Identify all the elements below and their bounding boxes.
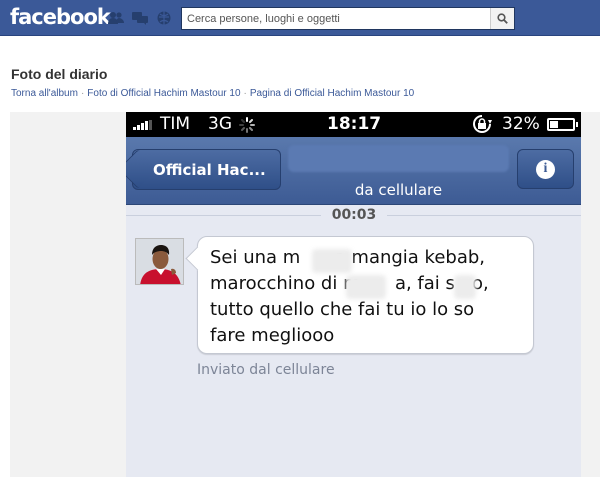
blurred-contact-name [288, 145, 509, 172]
message-line: fare megliooo [210, 325, 335, 346]
carrier-name: TIM [160, 114, 191, 134]
jewel-icons [107, 10, 173, 26]
network-type: 3G [208, 114, 232, 134]
battery-icon [547, 118, 578, 131]
messages-icon[interactable] [131, 10, 149, 26]
messenger-nav-bar: Official Hac... da cellulare i [126, 137, 581, 205]
breadcrumb-separator: · [243, 88, 247, 99]
back-button-label: Official Hac... [153, 160, 266, 179]
info-button[interactable]: i [517, 149, 574, 189]
sent-via-label: Inviato dal cellulare [197, 362, 335, 378]
activity-spinner-icon [239, 117, 255, 133]
avatar[interactable] [135, 238, 184, 285]
rotation-lock-icon [473, 115, 492, 133]
message-bubble[interactable]: Sei una m a mangia kebab, marocchino di … [197, 236, 534, 354]
status-time: 18:17 [327, 114, 382, 134]
battery-percentage: 32% [502, 114, 540, 134]
page-of-link[interactable]: Pagina di Official Hachim Mastour 10 [250, 88, 414, 99]
search-box [181, 7, 515, 30]
message-line: Sei una m a mangia kebab, [210, 247, 486, 268]
nav-subtitle: da cellulare [354, 181, 443, 199]
search-input[interactable] [182, 8, 490, 29]
censor-blur [312, 249, 352, 273]
breadcrumb: Torna all'album · Foto di Official Hachim … [11, 88, 414, 99]
message-timestamp: 00:03 [321, 207, 387, 223]
search-button[interactable] [490, 8, 514, 29]
search-icon [497, 13, 508, 24]
facebook-logo[interactable]: facebook [10, 5, 111, 29]
friend-requests-icon[interactable] [107, 10, 125, 26]
photos-of-link[interactable]: Foto di Official Hachim Mastour 10 [87, 88, 240, 99]
censor-blur [346, 275, 386, 299]
signal-strength-icon [133, 120, 152, 130]
info-icon: i [536, 159, 555, 179]
back-to-album-link[interactable]: Torna all'album [11, 88, 78, 99]
breadcrumb-separator: · [80, 88, 85, 99]
notifications-icon[interactable] [155, 10, 173, 26]
facebook-top-bar: facebook [0, 0, 600, 36]
back-button[interactable]: Official Hac... [132, 149, 281, 190]
iphone-status-bar: TIM 3G 18:17 32% [126, 112, 581, 137]
timeline-photo[interactable]: TIM 3G 18:17 32% Official Hac... da cell… [126, 112, 581, 477]
page-title: Foto del diario [11, 66, 108, 82]
censor-blur [454, 275, 476, 299]
message-line: tutto quello che fai tu io lo so [210, 299, 475, 320]
